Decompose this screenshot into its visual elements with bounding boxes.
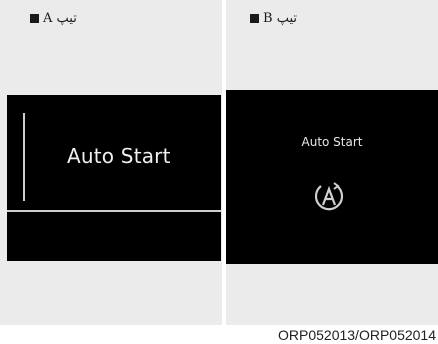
display-screen-b: Auto Start: [226, 90, 438, 264]
type-b-label: تیپ B: [250, 11, 297, 26]
horizontal-divider: [7, 210, 221, 212]
type-a-label: تیپ A: [30, 11, 77, 26]
panel-type-a: تیپ A Auto Start: [0, 0, 222, 325]
auto-start-text-a: Auto Start: [67, 144, 171, 168]
vertical-divider: [23, 113, 25, 201]
square-bullet-icon: [250, 14, 259, 23]
display-screen-a: Auto Start: [7, 95, 221, 261]
panel-type-b: تیپ B Auto Start: [226, 0, 438, 325]
auto-start-icon: [314, 182, 344, 211]
type-b-text: تیپ B: [263, 11, 298, 26]
figure-caption: ORP052013/ORP052014: [278, 327, 436, 343]
auto-start-text-b: Auto Start: [301, 135, 363, 149]
type-a-text: تیپ A: [43, 11, 77, 26]
square-bullet-icon: [30, 14, 39, 23]
